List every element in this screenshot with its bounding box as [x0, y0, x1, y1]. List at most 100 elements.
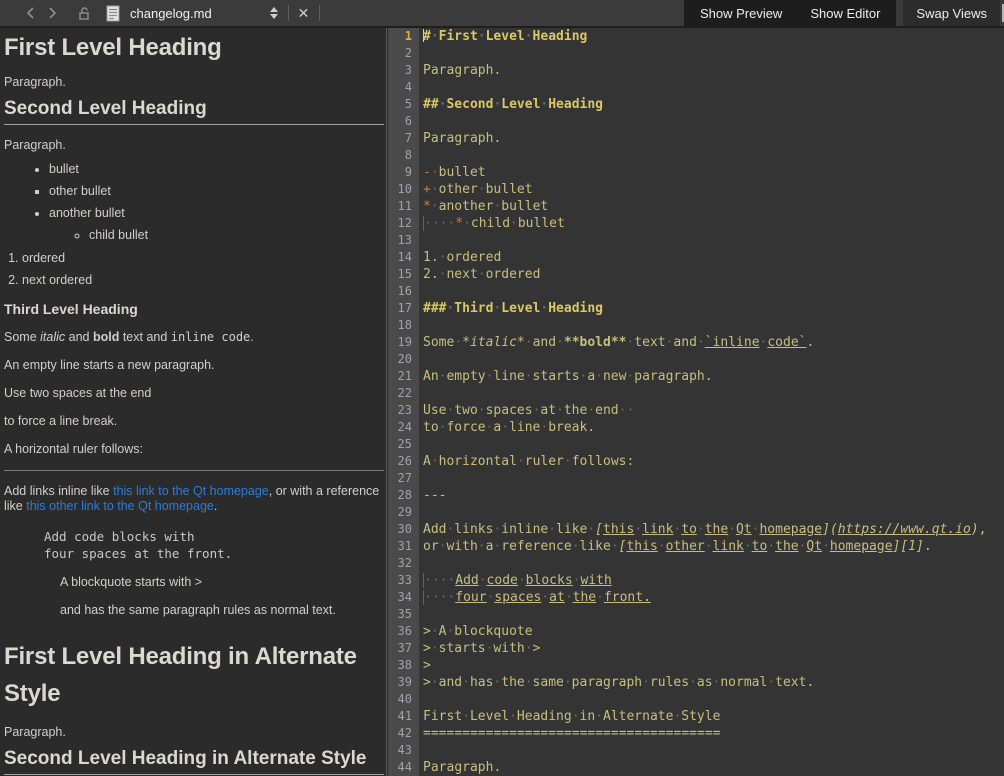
line-number: 40: [388, 691, 419, 708]
line-number: 19: [388, 334, 419, 351]
editor-line[interactable]: 39>·and·has·the·same·paragraph·rules·as·…: [388, 674, 1004, 691]
line-number: 12: [388, 215, 419, 232]
preview-paragraph: An empty line starts a new paragraph.: [4, 358, 384, 373]
editor-line[interactable]: 24to·force·a·line·break.: [388, 419, 1004, 436]
editor-line[interactable]: 25: [388, 436, 1004, 453]
preview-styled-paragraph: Some italic and bold text and inline cod…: [4, 330, 384, 345]
editor-line[interactable]: 152.·next·ordered: [388, 266, 1004, 283]
line-number: 37: [388, 640, 419, 657]
editor-line[interactable]: 10+·other·bullet: [388, 181, 1004, 198]
line-number: 11: [388, 198, 419, 215]
editor-line[interactable]: 23Use·two·spaces·at·the·end··: [388, 402, 1004, 419]
editor-line[interactable]: 3Paragraph.: [388, 62, 1004, 79]
line-number: 13: [388, 232, 419, 249]
line-number: 30: [388, 521, 419, 538]
editor-line[interactable]: 1#·First·Level·Heading: [388, 28, 1004, 45]
editor-line[interactable]: 32: [388, 555, 1004, 572]
show-preview-button[interactable]: Show Preview: [700, 6, 782, 21]
tab-filename[interactable]: changelog.md: [130, 6, 212, 21]
qt-homepage-link[interactable]: this link to the Qt homepage: [113, 484, 269, 498]
line-number: 31: [388, 538, 419, 555]
editor-line[interactable]: 44Paragraph.: [388, 759, 1004, 776]
editor-line[interactable]: 36>·A·blockquote: [388, 623, 1004, 640]
list-item: ordered: [22, 251, 384, 266]
editor-line[interactable]: 4: [388, 79, 1004, 96]
editor-line[interactable]: 22: [388, 385, 1004, 402]
swap-views-group: Swap Views: [903, 0, 1000, 26]
editor-line[interactable]: 8: [388, 147, 1004, 164]
editor-line[interactable]: 40: [388, 691, 1004, 708]
line-number: 28: [388, 487, 419, 504]
line-number: 2: [388, 45, 419, 62]
editor-line[interactable]: 42======================================: [388, 725, 1004, 742]
line-number: 43: [388, 742, 419, 759]
editor-line[interactable]: 34····four·spaces·at·the·front.: [388, 589, 1004, 606]
nav-buttons: [26, 6, 57, 20]
editor-line[interactable]: 12····*·child·bullet: [388, 215, 1004, 232]
editor-line[interactable]: 19Some·*italic*·and·**bold**·text·and·`i…: [388, 334, 1004, 351]
swap-views-button[interactable]: Swap Views: [916, 6, 987, 21]
line-number: 41: [388, 708, 419, 725]
editor-pane[interactable]: 1#·First·Level·Heading23Paragraph.45##·S…: [388, 28, 1004, 776]
toolbar-separator: [288, 5, 289, 21]
editor-line[interactable]: 43: [388, 742, 1004, 759]
line-number: 8: [388, 147, 419, 164]
updown-icon[interactable]: [270, 7, 278, 19]
line-number: 15: [388, 266, 419, 283]
editor-line[interactable]: 30Add·links·inline·like·[this·link·to·th…: [388, 521, 1004, 538]
editor-line[interactable]: 28---: [388, 487, 1004, 504]
forward-icon[interactable]: [48, 6, 57, 20]
editor-line[interactable]: 11*·another·bullet: [388, 198, 1004, 215]
line-number: 27: [388, 470, 419, 487]
editor-line[interactable]: 27: [388, 470, 1004, 487]
back-icon[interactable]: [26, 6, 35, 20]
editor-line[interactable]: 5##·Second·Level·Heading: [388, 96, 1004, 113]
editor-line[interactable]: 6: [388, 113, 1004, 130]
line-number: 7: [388, 130, 419, 147]
line-number: 32: [388, 555, 419, 572]
line-number: 21: [388, 368, 419, 385]
editor-line[interactable]: 18: [388, 317, 1004, 334]
editor-line[interactable]: 41First·Level·Heading·in·Alternate·Style: [388, 708, 1004, 725]
editor-line[interactable]: 2: [388, 45, 1004, 62]
editor-line[interactable]: 21An·empty·line·starts·a·new·paragraph.: [388, 368, 1004, 385]
qt-homepage-reference-link[interactable]: this other link to the Qt homepage: [26, 499, 214, 513]
line-number: 23: [388, 402, 419, 419]
line-number: 25: [388, 436, 419, 453]
show-editor-button[interactable]: Show Editor: [810, 6, 880, 21]
line-number: 16: [388, 283, 419, 300]
editor-line[interactable]: 20: [388, 351, 1004, 368]
editor-line[interactable]: 13: [388, 232, 1004, 249]
preview-h2-alt: Second Level Heading in Alternate Style: [4, 751, 384, 775]
unlock-icon[interactable]: [77, 6, 91, 20]
editor-line[interactable]: 35: [388, 606, 1004, 623]
line-number: 9: [388, 164, 419, 181]
editor-line[interactable]: 141.·ordered: [388, 249, 1004, 266]
editor-line[interactable]: 33····Add·code·blocks·with: [388, 572, 1004, 589]
preview-links-paragraph: Add links inline like this link to the Q…: [4, 484, 384, 514]
editor-line[interactable]: 31or·with·a·reference·like·[this·other·l…: [388, 538, 1004, 555]
line-number: 1: [388, 28, 419, 45]
preview-paragraph: A horizontal ruler follows:: [4, 442, 384, 457]
preview-pane: First Level Heading Paragraph. Second Le…: [0, 28, 387, 776]
editor-line[interactable]: 29: [388, 504, 1004, 521]
close-icon[interactable]: ✕: [298, 6, 310, 20]
editor-line[interactable]: 9-·bullet: [388, 164, 1004, 181]
preview-blockquote: A blockquote starts with > and has the s…: [60, 575, 384, 618]
preview-paragraph: Use two spaces at the end: [4, 386, 384, 401]
editor-line[interactable]: 7Paragraph.: [388, 130, 1004, 147]
editor-line[interactable]: 17###·Third·Level·Heading: [388, 300, 1004, 317]
editor-line[interactable]: 26A·horizontal·ruler·follows:: [388, 453, 1004, 470]
list-item-child: child bullet: [89, 228, 384, 243]
toolbar: changelog.md ✕ Show Preview Show Editor …: [0, 0, 1004, 28]
editor-line[interactable]: 16: [388, 283, 1004, 300]
preview-paragraph: Paragraph.: [4, 138, 384, 153]
horizontal-rule: [4, 470, 384, 471]
editor-line[interactable]: 37>·starts·with·>: [388, 640, 1004, 657]
line-number: 20: [388, 351, 419, 368]
editor-lines: 1#·First·Level·Heading23Paragraph.45##·S…: [388, 28, 1004, 776]
preview-bullet-list: bullet other bullet another bullet child…: [4, 162, 384, 243]
line-number: 26: [388, 453, 419, 470]
editor-line[interactable]: 38>: [388, 657, 1004, 674]
document-icon: [106, 5, 120, 22]
